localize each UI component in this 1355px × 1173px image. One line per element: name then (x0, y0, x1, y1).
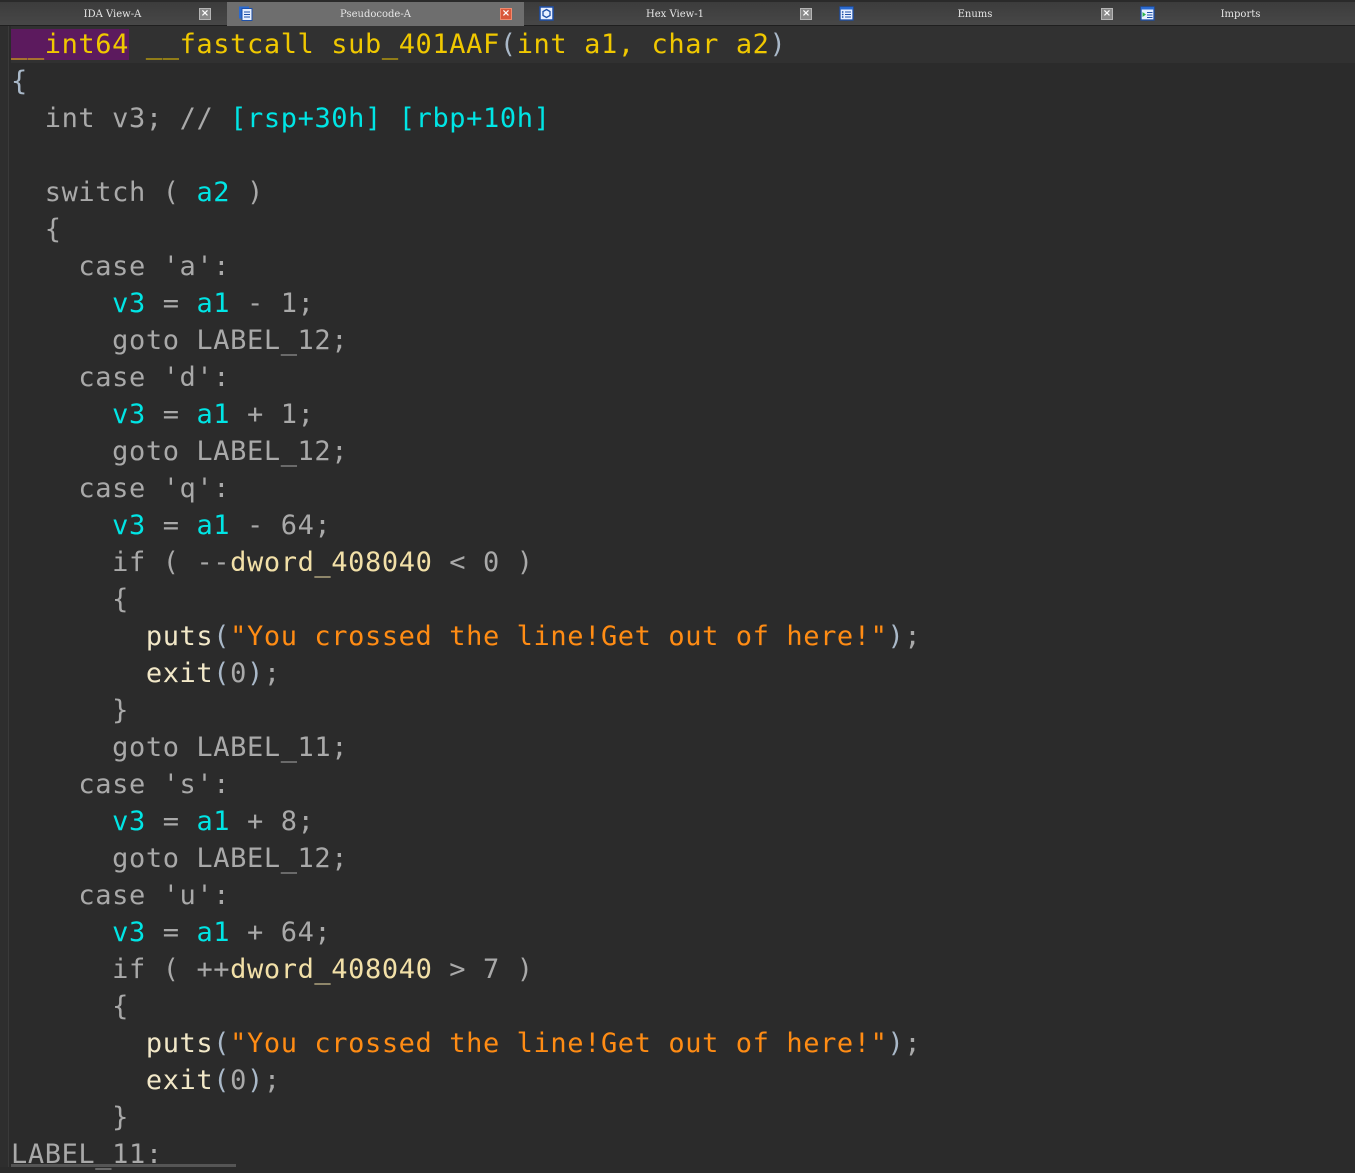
code-line[interactable]: } (11, 692, 1355, 729)
code-line-label[interactable]: LABEL_11: (11, 1136, 1355, 1173)
tab-enums[interactable]: Enums × (826, 2, 1124, 26)
function-puts[interactable]: puts (146, 621, 213, 652)
close-icon[interactable]: × (199, 8, 211, 20)
code-line[interactable]: { (11, 581, 1355, 618)
global-dword-408040[interactable]: dword_408040 (230, 954, 432, 985)
variable-a1[interactable]: a1 (196, 399, 230, 430)
function-puts[interactable]: puts (146, 1028, 213, 1059)
tab-pseudocode-a[interactable]: Pseudocode-A × (227, 2, 524, 26)
code-line[interactable]: v3 = a1 - 1; (11, 285, 1355, 322)
variable-a1[interactable]: a1 (196, 806, 230, 837)
line-gutter (0, 26, 9, 1167)
string-literal[interactable]: "You crossed the line!Get out of here!" (230, 621, 887, 652)
variable-v3[interactable]: v3 (112, 103, 146, 134)
tab-imports[interactable]: Imports (1126, 2, 1355, 26)
code-line[interactable]: v3 = a1 + 64; (11, 914, 1355, 951)
variable-a1[interactable]: a1 (196, 288, 230, 319)
variable-v3[interactable]: v3 (112, 917, 146, 948)
code-line-puts[interactable]: puts("You crossed the line!Get out of he… (11, 618, 1355, 655)
stack-location: [rsp+30h] (230, 103, 382, 134)
variable-v3[interactable]: v3 (112, 288, 146, 319)
close-icon[interactable]: × (500, 8, 512, 20)
tab-hex-view-1[interactable]: Hex View-1 × (526, 2, 824, 26)
code-line-switch[interactable]: switch ( a2 ) (11, 174, 1355, 211)
close-icon[interactable]: × (1101, 8, 1113, 20)
variable-a1[interactable]: a1 (196, 917, 230, 948)
code-line-goto[interactable]: goto LABEL_12; (11, 322, 1355, 359)
code-line[interactable]: v3 = a1 - 64; (11, 507, 1355, 544)
code-line-goto[interactable]: goto LABEL_12; (11, 433, 1355, 470)
tab-ida-view-a[interactable]: IDA View-A × (0, 2, 225, 26)
variable-v3[interactable]: v3 (112, 399, 146, 430)
variable-v3[interactable]: v3 (112, 806, 146, 837)
pseudocode-view[interactable]: __int64 __fastcall sub_401AAF(int a1, ch… (11, 26, 1355, 1167)
code-line[interactable]: } (11, 1099, 1355, 1136)
tab-label: IDA View-A (0, 9, 225, 20)
code-line-case[interactable]: case 's': (11, 766, 1355, 803)
code-line-exit[interactable]: exit(0); (11, 655, 1355, 692)
global-dword-408040[interactable]: dword_408040 (230, 547, 432, 578)
variable-a1[interactable]: a1 (196, 510, 230, 541)
code-line[interactable]: v3 = a1 + 1; (11, 396, 1355, 433)
function-params[interactable]: int a1, char a2 (517, 29, 770, 60)
calling-convention[interactable]: __fastcall (146, 29, 315, 60)
code-line[interactable]: { (11, 211, 1355, 248)
code-line-case[interactable]: case 'a': (11, 248, 1355, 285)
tab-bar: IDA View-A × Pseudocode-A × Hex View-1 × (0, 0, 1355, 26)
tab-label: Pseudocode-A (227, 9, 524, 20)
code-line-if[interactable]: if ( ++dword_408040 > 7 ) (11, 951, 1355, 988)
code-line-case[interactable]: case 'u': (11, 877, 1355, 914)
tab-label: Hex View-1 (526, 9, 824, 20)
code-line[interactable]: v3 = a1 + 8; (11, 803, 1355, 840)
code-line-case[interactable]: case 'd': (11, 359, 1355, 396)
function-exit[interactable]: exit (146, 1065, 213, 1096)
return-type[interactable]: __int64 (11, 29, 129, 60)
code-line-goto[interactable]: goto LABEL_11; (11, 729, 1355, 766)
stack-location: [rbp+10h] (399, 103, 551, 134)
function-exit[interactable]: exit (146, 658, 213, 689)
code-line-signature[interactable]: __int64 __fastcall sub_401AAF(int a1, ch… (11, 26, 1355, 63)
code-line-exit[interactable]: exit(0); (11, 1062, 1355, 1099)
code-line-goto[interactable]: goto LABEL_12; (11, 840, 1355, 877)
code-line[interactable]: { (11, 63, 1355, 100)
close-icon[interactable]: × (800, 8, 812, 20)
variable-a2[interactable]: a2 (196, 177, 230, 208)
code-line-if[interactable]: if ( --dword_408040 < 0 ) (11, 544, 1355, 581)
code-line-empty[interactable] (11, 137, 1355, 174)
code-line-declaration[interactable]: int v3; // [rsp+30h] [rbp+10h] (11, 100, 1355, 137)
variable-v3[interactable]: v3 (112, 510, 146, 541)
function-name[interactable]: sub_401AAF (331, 29, 500, 60)
code-line-puts[interactable]: puts("You crossed the line!Get out of he… (11, 1025, 1355, 1062)
string-literal[interactable]: "You crossed the line!Get out of here!" (230, 1028, 887, 1059)
code-line-case[interactable]: case 'q': (11, 470, 1355, 507)
tab-label: Enums (826, 9, 1124, 20)
code-line[interactable]: { (11, 988, 1355, 1025)
tab-label: Imports (1126, 9, 1355, 20)
